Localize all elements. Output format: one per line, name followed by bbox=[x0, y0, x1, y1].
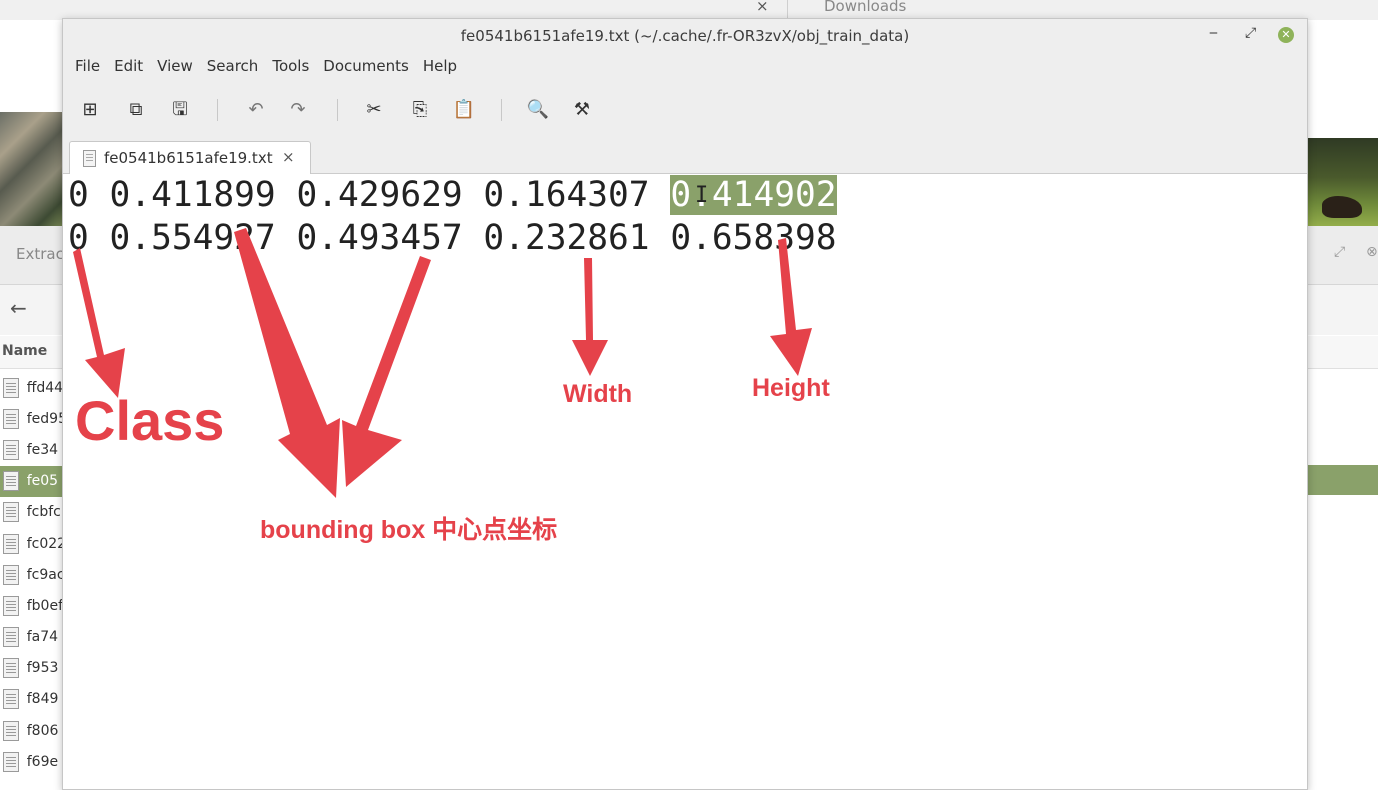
text-editor-window: fe0541b6151afe19.txt (~/.cache/.fr-OR3zv… bbox=[62, 18, 1308, 790]
title-bar[interactable]: fe0541b6151afe19.txt (~/.cache/.fr-OR3zv… bbox=[63, 19, 1307, 53]
minimize-icon[interactable]: ‒ bbox=[1209, 25, 1218, 41]
editor-line-2-text: 0 0.554927 0.493457 0.232861 0.658398 bbox=[68, 218, 837, 258]
menu-documents[interactable]: Documents bbox=[323, 53, 409, 83]
text-file-icon bbox=[3, 502, 19, 523]
file-list-item[interactable]: fb0ef bbox=[0, 590, 64, 621]
file-name: fe05 bbox=[26, 473, 59, 490]
file-list-item[interactable]: fed95 bbox=[0, 403, 64, 434]
text-file-icon bbox=[3, 658, 19, 679]
background-selection-strip bbox=[1306, 465, 1378, 495]
editor-line-2[interactable]: 0 0.554927 0.493457 0.232861 0.658398 bbox=[68, 217, 837, 259]
open-document-icon[interactable]: ⧉ bbox=[123, 97, 149, 123]
editor-line-1-text: 0 0.411899 0.429629 0.164307 bbox=[68, 175, 671, 215]
document-tab-bar: fe0541b6151afe19.txt × bbox=[63, 137, 1307, 174]
text-editor-area[interactable]: 0 0.411899 0.429629 0.164307 0.414902 0 … bbox=[63, 174, 1307, 789]
copy-icon[interactable]: ⎘ bbox=[407, 97, 433, 123]
background-maximize-icon[interactable]: ⤢ bbox=[1334, 244, 1345, 260]
text-file-icon bbox=[3, 377, 19, 398]
file-name: ffd44 bbox=[26, 379, 64, 396]
menu-edit[interactable]: Edit bbox=[114, 53, 143, 83]
new-document-icon[interactable]: ⊞ bbox=[77, 97, 103, 123]
file-name: fed95 bbox=[26, 410, 64, 427]
text-cursor-icon: I bbox=[695, 183, 709, 208]
file-name: f953 bbox=[26, 660, 59, 677]
window-title: fe0541b6151afe19.txt (~/.cache/.fr-OR3zv… bbox=[460, 27, 910, 45]
text-file-icon bbox=[3, 595, 19, 616]
toolbar-separator bbox=[337, 99, 338, 121]
file-list-item[interactable]: fc9ac bbox=[0, 559, 64, 590]
background-photo-ruins bbox=[0, 112, 64, 226]
find-replace-icon[interactable]: ⚒ bbox=[569, 97, 595, 123]
maximize-icon[interactable]: ⤢ bbox=[1245, 25, 1256, 41]
file-name: f69e bbox=[26, 753, 59, 770]
file-name: f849 bbox=[26, 691, 59, 708]
file-list-item[interactable]: f849 bbox=[0, 684, 64, 715]
toolbar-separator bbox=[217, 99, 218, 121]
redo-icon[interactable]: ↷ bbox=[285, 97, 311, 123]
background-tab-close-icon[interactable]: × bbox=[756, 0, 769, 15]
text-file-icon bbox=[3, 471, 19, 492]
cut-icon[interactable]: ✂ bbox=[361, 97, 387, 123]
text-file-icon bbox=[3, 689, 19, 710]
file-list-item[interactable]: ffd44 bbox=[0, 372, 64, 403]
search-icon[interactable]: 🔍 bbox=[525, 97, 551, 123]
background-tab-downloads[interactable]: Downloads bbox=[824, 0, 906, 15]
file-list-item[interactable]: fcbfc bbox=[0, 497, 64, 528]
background-tabbar bbox=[0, 0, 1378, 20]
file-name: fcbfc bbox=[26, 504, 61, 521]
text-file-icon bbox=[3, 564, 19, 585]
undo-icon[interactable]: ↶ bbox=[243, 97, 269, 123]
menu-search[interactable]: Search bbox=[207, 53, 259, 83]
paste-icon[interactable]: 📋 bbox=[451, 97, 477, 123]
menu-tools[interactable]: Tools bbox=[272, 53, 309, 83]
name-column-header[interactable]: Name bbox=[2, 343, 47, 359]
annotation-class-label: Class bbox=[75, 389, 225, 452]
back-arrow-icon[interactable]: ← bbox=[10, 296, 27, 320]
text-file-icon bbox=[3, 408, 19, 429]
tab-close-icon[interactable]: × bbox=[282, 148, 295, 166]
toolbar: ⊞ ⧉ 🖫 ↶ ↷ ✂ ⎘ 📋 🔍 ⚒ bbox=[63, 83, 1307, 138]
file-name: fc9ac bbox=[26, 566, 64, 583]
file-name: fb0ef bbox=[26, 597, 63, 614]
background-tab-separator bbox=[787, 0, 788, 20]
file-list-item[interactable]: fa74 bbox=[0, 622, 64, 653]
menu-file[interactable]: File bbox=[75, 53, 100, 83]
file-list-item[interactable]: f806 bbox=[0, 715, 64, 746]
text-file-icon bbox=[83, 150, 96, 167]
file-list-item[interactable]: fe34 bbox=[0, 434, 64, 465]
close-icon[interactable]: ✕ bbox=[1278, 27, 1294, 43]
editor-line-1[interactable]: 0 0.411899 0.429629 0.164307 0.414902 bbox=[68, 174, 837, 216]
toolbar-separator bbox=[501, 99, 502, 121]
menu-help[interactable]: Help bbox=[423, 53, 457, 83]
menu-view[interactable]: View bbox=[157, 53, 193, 83]
file-list-item[interactable]: fc022 bbox=[0, 528, 64, 559]
document-tab-label: fe0541b6151afe19.txt bbox=[104, 149, 273, 167]
text-file-icon bbox=[3, 627, 19, 648]
text-file-icon bbox=[3, 751, 19, 772]
annotation-bbox-center-label: bounding box 中心点坐标 bbox=[260, 516, 558, 544]
file-name: fe34 bbox=[26, 441, 59, 458]
annotation-height-label: Height bbox=[752, 374, 830, 402]
text-file-icon bbox=[3, 720, 19, 741]
background-close-icon[interactable]: ⊗ bbox=[1366, 244, 1378, 260]
file-name: f806 bbox=[26, 722, 59, 739]
menu-bar: File Edit View Search Tools Documents Help bbox=[63, 53, 1307, 83]
document-tab[interactable]: fe0541b6151afe19.txt × bbox=[69, 141, 311, 174]
save-icon[interactable]: 🖫 bbox=[167, 97, 193, 123]
text-file-icon bbox=[3, 439, 19, 460]
background-extract-label: Extrac bbox=[16, 245, 64, 263]
file-list-item[interactable]: f69e bbox=[0, 746, 64, 777]
file-name: fc022 bbox=[26, 535, 64, 552]
file-list-item[interactable]: fe05 bbox=[0, 465, 64, 497]
background-file-list: ffd44 fed95 fe34 fe05 fcbfc fc022 fc9ac fb0ef fa… bbox=[0, 372, 64, 777]
file-name: fa74 bbox=[26, 629, 59, 646]
annotation-width-label: Width bbox=[563, 380, 633, 408]
text-file-icon bbox=[3, 533, 19, 554]
file-list-item[interactable]: f953 bbox=[0, 653, 64, 684]
